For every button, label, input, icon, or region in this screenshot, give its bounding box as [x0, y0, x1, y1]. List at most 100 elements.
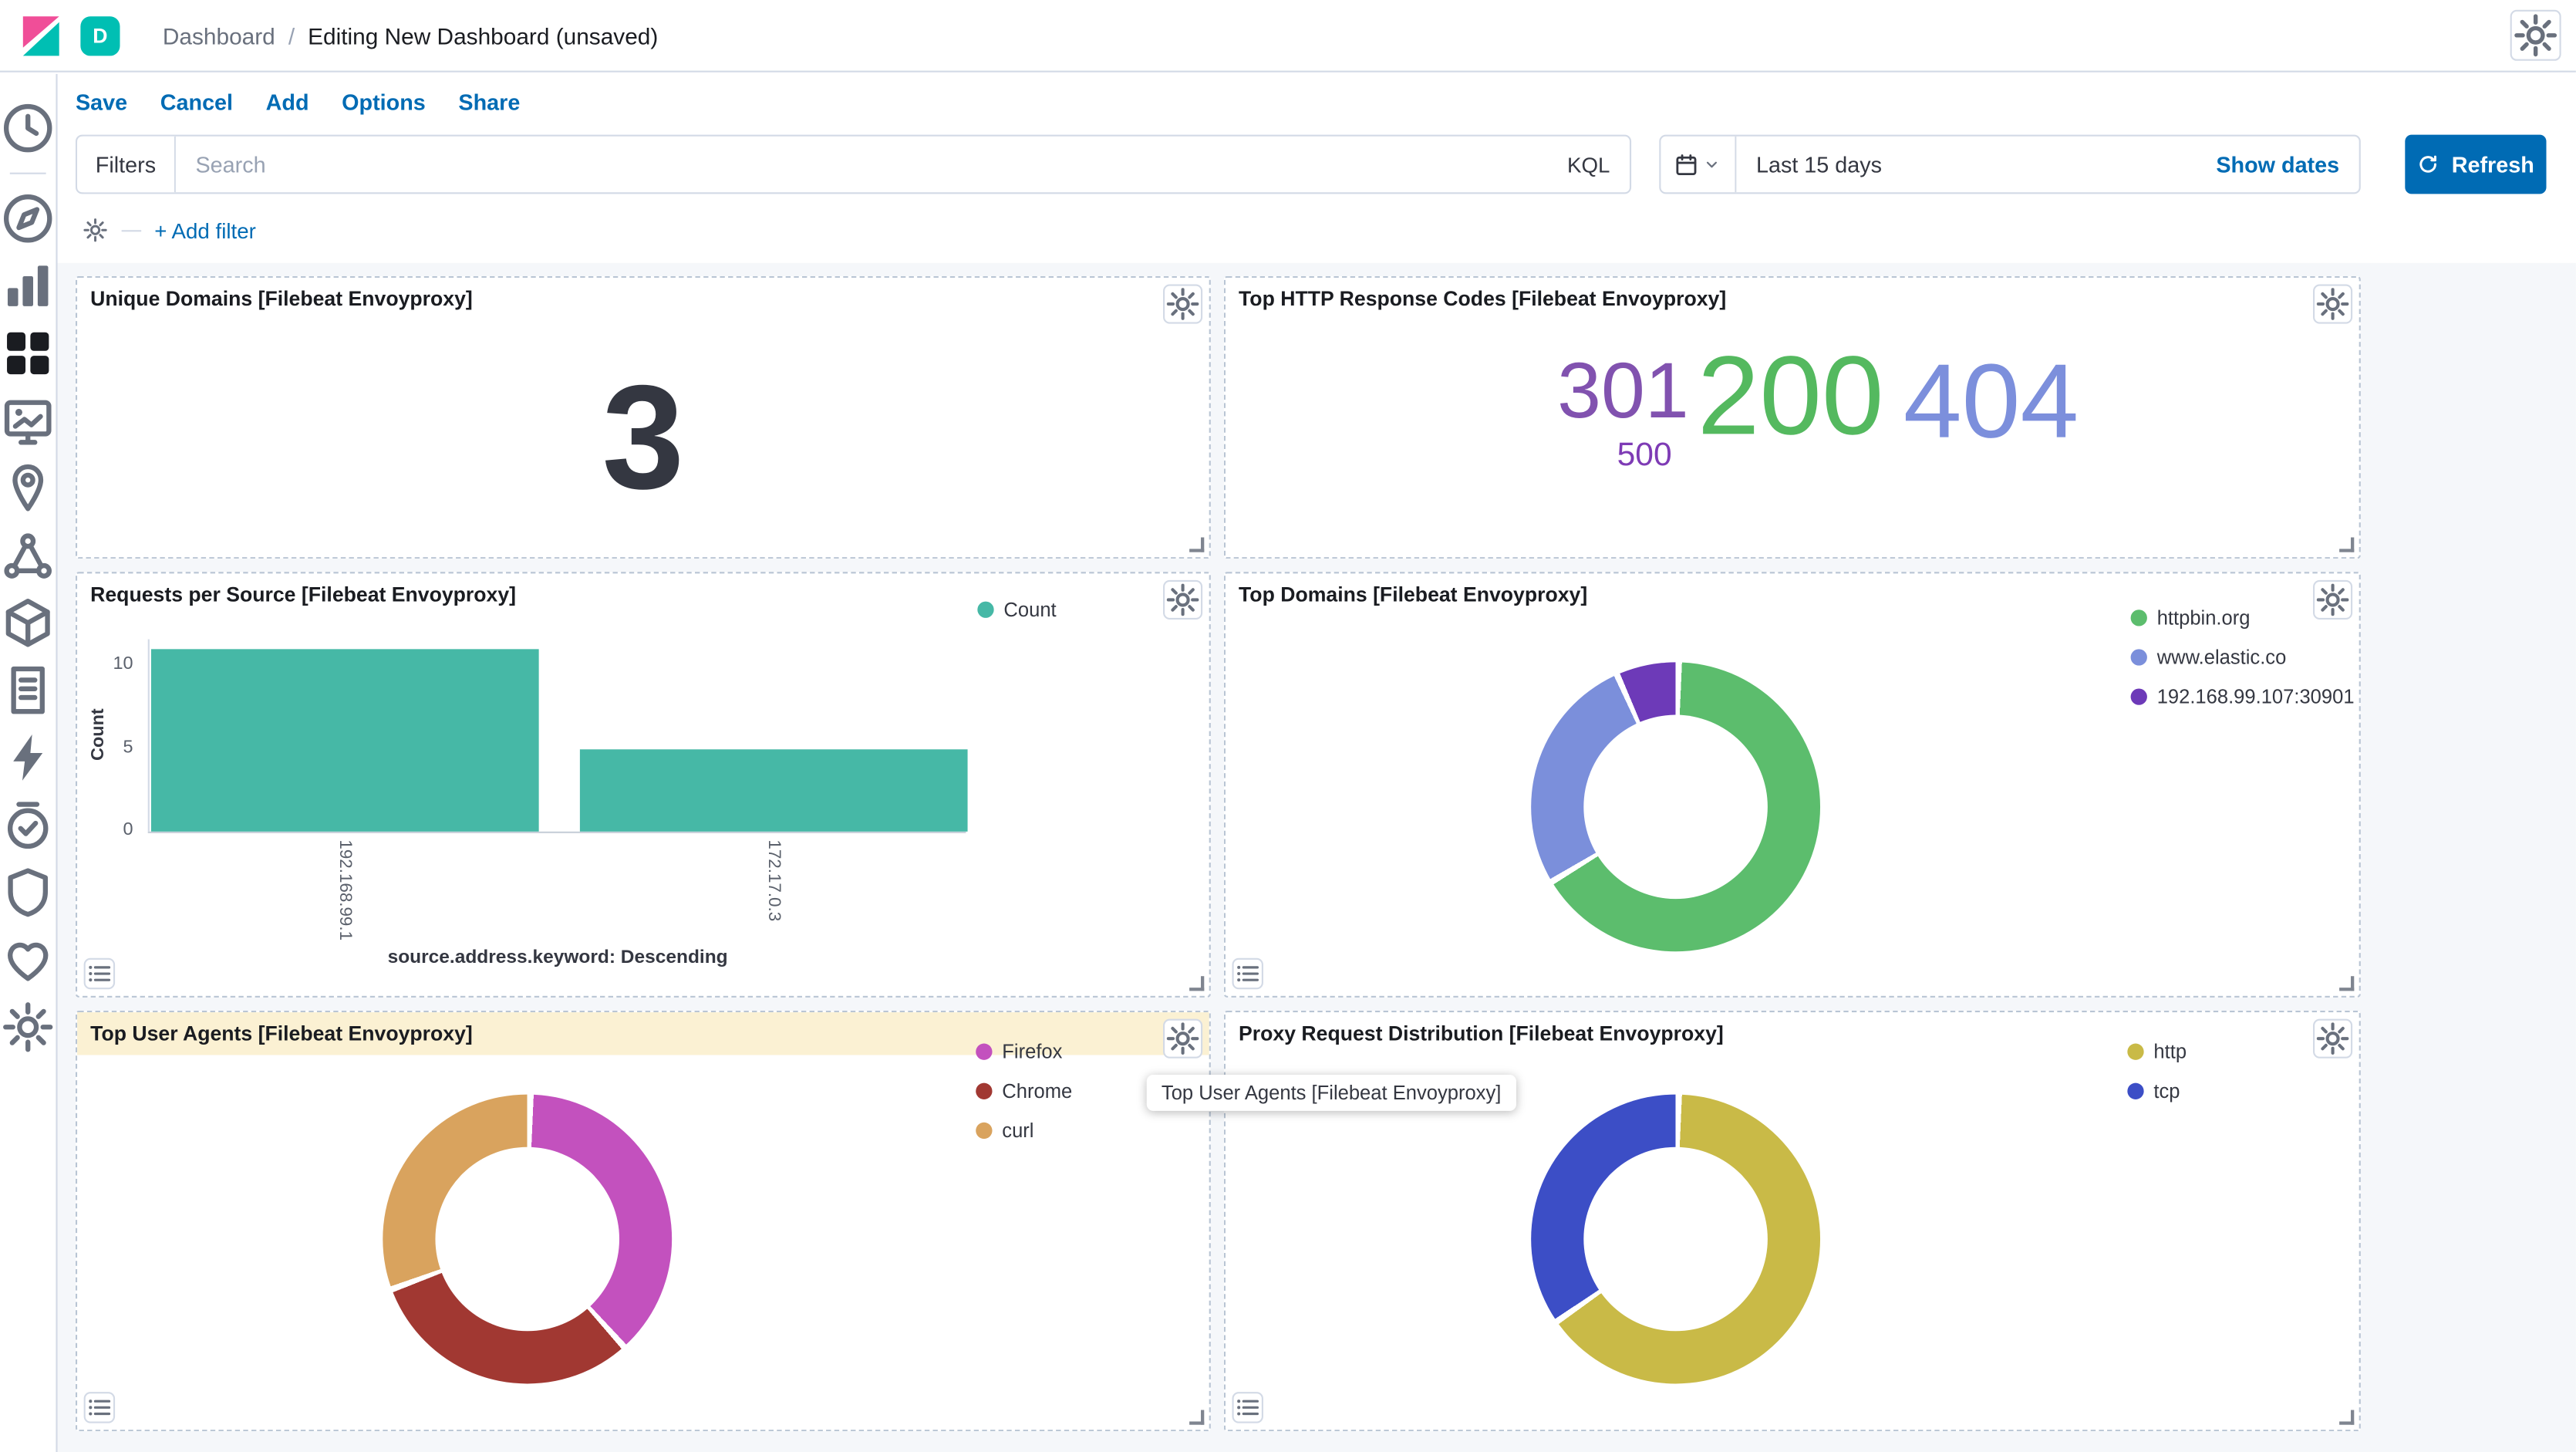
panel-title: Proxy Request Distribution [Filebeat Env… — [1239, 1022, 1724, 1045]
legend-toggle-button[interactable] — [1232, 1392, 1263, 1423]
chevron-down-icon — [1702, 154, 1722, 174]
metric-value: 3 — [77, 320, 1209, 557]
add-filter-button[interactable]: + Add filter — [154, 218, 256, 242]
sidebar-item-uptime[interactable] — [0, 791, 56, 858]
legend-label: httpbin.org — [2157, 606, 2251, 630]
options-button[interactable]: Options — [342, 89, 426, 114]
legend-label: http — [2153, 1040, 2187, 1063]
panel-header[interactable]: Proxy Request Distribution [Filebeat Env… — [1226, 1012, 2359, 1055]
x-tick-label[interactable]: 172.17.0.3 — [764, 839, 784, 921]
filter-divider — [122, 229, 142, 231]
sidebar-item-visualize[interactable] — [0, 252, 56, 319]
breadcrumb-dashboard[interactable]: Dashboard — [163, 22, 275, 49]
search-input[interactable] — [176, 137, 1548, 192]
resize-handle[interactable] — [1189, 1410, 1204, 1425]
legend-item-tcp[interactable]: tcp — [2127, 1079, 2187, 1103]
header-settings-button[interactable] — [2510, 10, 2561, 61]
dashboard-menu: Save Cancel Add Options Share — [76, 76, 520, 128]
list-icon — [86, 960, 113, 988]
refresh-button[interactable]: Refresh — [2405, 135, 2546, 194]
tag-404[interactable]: 404 — [1903, 349, 2079, 454]
sidebar-item-stack-monitoring[interactable] — [0, 925, 56, 992]
sidebar-item-recently-viewed[interactable] — [0, 93, 56, 160]
legend-toggle-button[interactable] — [84, 958, 115, 989]
sidebar-item-dashboard[interactable] — [0, 319, 56, 386]
y-tick-label: 10 — [80, 654, 133, 674]
legend-label: Count — [1003, 598, 1056, 621]
resize-handle[interactable] — [1189, 976, 1204, 991]
filters-button[interactable]: Filters — [77, 137, 176, 192]
add-button[interactable]: Add — [266, 89, 309, 114]
legend-item-192.168.99.107:30901[interactable]: 192.168.99.107:30901 — [2131, 685, 2355, 708]
legend-dot — [976, 1044, 992, 1060]
donut-proxy-request-distribution[interactable] — [1531, 1095, 1820, 1384]
panel-gear-button[interactable] — [1163, 1019, 1202, 1059]
resize-handle[interactable] — [2339, 976, 2354, 991]
sidebar-item-canvas[interactable] — [0, 387, 56, 454]
kibana-app: D Dashboard / Editing New Dashboard (uns… — [0, 0, 2576, 1452]
panel-top-user-agents: Top User Agents [Filebeat Envoyproxy] Fi… — [76, 1011, 1211, 1431]
panel-top-http-response-codes: Top HTTP Response Codes [Filebeat Envoyp… — [1224, 276, 2361, 559]
tag-200[interactable]: 200 — [1698, 340, 1884, 452]
bar-192.168.99.1[interactable] — [151, 649, 539, 831]
panel-gear-button[interactable] — [2313, 284, 2352, 323]
panel-unique-domains: Unique Domains [Filebeat Envoyproxy] 3 — [76, 276, 1211, 559]
refresh-label: Refresh — [2452, 152, 2534, 177]
legend-label: Firefox — [1002, 1040, 1062, 1063]
sidebar-item-infrastructure[interactable] — [0, 589, 56, 656]
resize-handle[interactable] — [1189, 538, 1204, 552]
nodes-icon — [0, 527, 56, 582]
sidebar-item-apm[interactable] — [0, 723, 56, 790]
legend-item-Firefox[interactable]: Firefox — [976, 1040, 1072, 1063]
legend-toggle-button[interactable] — [1232, 958, 1263, 989]
bar-chart-icon — [0, 257, 56, 312]
panel-gear-button[interactable] — [1163, 284, 1202, 323]
sidebar-item-management[interactable] — [0, 993, 56, 1060]
list-icon — [86, 1393, 113, 1421]
sidebar-item-discover[interactable] — [0, 184, 56, 252]
refresh-icon — [2417, 153, 2440, 176]
legend-item-www.elastic.co[interactable]: www.elastic.co — [2131, 646, 2355, 669]
sidebar-item-machine-learning[interactable] — [0, 521, 56, 588]
calendar-button[interactable] — [1661, 137, 1736, 192]
show-dates-button[interactable]: Show dates — [2216, 152, 2359, 177]
space-badge[interactable]: D — [80, 15, 120, 55]
save-button[interactable]: Save — [76, 89, 127, 114]
time-range-value[interactable]: Last 15 days — [1736, 152, 1882, 177]
list-icon — [1234, 960, 1262, 988]
legend-dot — [977, 602, 993, 618]
panel-gear-button[interactable] — [2313, 1019, 2352, 1059]
shield-icon — [0, 863, 56, 919]
tag-301[interactable]: 301 — [1557, 353, 1689, 432]
legend-item-Chrome[interactable]: Chrome — [976, 1079, 1072, 1103]
legend-item-Count[interactable]: Count — [977, 598, 1056, 621]
legend-item-curl[interactable]: curl — [976, 1119, 1072, 1143]
panel-header[interactable]: Unique Domains [Filebeat Envoyproxy] — [77, 278, 1209, 320]
sidebar-item-siem[interactable] — [0, 858, 56, 925]
donut-top-user-agents[interactable] — [383, 1095, 672, 1384]
resize-handle[interactable] — [2339, 538, 2354, 552]
resize-handle[interactable] — [2339, 1410, 2354, 1425]
bar-172.17.0.3[interactable] — [580, 748, 968, 831]
gear-icon — [2315, 582, 2351, 618]
filter-options-gear-icon[interactable] — [83, 217, 109, 243]
panel-gear-button[interactable] — [2313, 580, 2352, 620]
sidebar-item-logs[interactable] — [0, 656, 56, 723]
query-language-button[interactable]: KQL — [1547, 137, 1630, 192]
donut-top-domains[interactable] — [1531, 662, 1820, 951]
breadcrumb: Dashboard / Editing New Dashboard (unsav… — [163, 22, 658, 49]
document-icon — [0, 661, 56, 717]
panel-gear-button[interactable] — [1163, 580, 1202, 620]
canvas-icon — [0, 392, 56, 447]
legend-label: tcp — [2153, 1079, 2180, 1103]
cancel-button[interactable]: Cancel — [160, 89, 233, 114]
x-tick-label[interactable]: 192.168.99.1 — [335, 839, 356, 940]
kibana-logo-icon[interactable] — [20, 14, 62, 56]
tag-500[interactable]: 500 — [1617, 439, 1672, 472]
legend-item-http[interactable]: http — [2127, 1040, 2187, 1063]
sidebar-item-maps[interactable] — [0, 454, 56, 521]
share-button[interactable]: Share — [458, 89, 520, 114]
chart-legend: http tcp — [2127, 1040, 2187, 1103]
panel-title: Unique Domains [Filebeat Envoyproxy] — [90, 288, 473, 311]
legend-toggle-button[interactable] — [84, 1392, 115, 1423]
